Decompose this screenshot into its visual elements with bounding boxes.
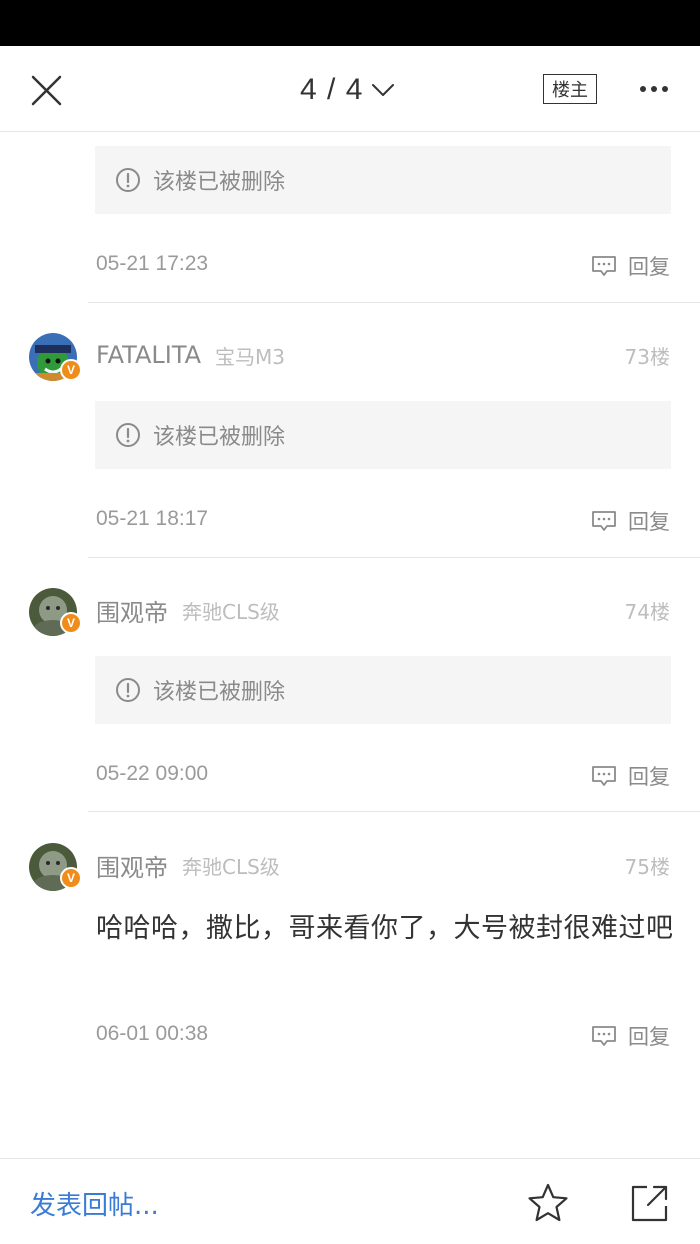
reply-label: 回复 [628,510,670,534]
car-model: 奔驰CLS级 [182,599,280,624]
username[interactable]: 围观帝 [96,593,168,628]
deleted-notice: 该楼已被删除 [95,146,671,214]
post-content: 哈哈哈，撒比，哥来看你了，大号被封很难过吧 [96,913,674,944]
reply-button[interactable]: 回复 [590,1021,670,1051]
reply-button[interactable]: 回复 [590,761,670,791]
compose-reply-button[interactable]: 发表回帖... [30,1185,159,1222]
more-dots-icon [640,86,668,92]
close-icon [31,75,62,106]
post-time: 05-21 18:17 [96,507,209,530]
username[interactable]: 围观帝 [96,848,168,883]
verified-badge: V [60,612,82,634]
post-time: 06-01 00:38 [96,1022,209,1045]
car-model: 奔驰CLS级 [182,854,280,879]
deleted-text: 该楼已被删除 [153,680,286,705]
exclamation-circle-icon [116,423,140,447]
chevron-down-icon [372,84,395,96]
floor-number: 73楼 [624,344,670,369]
close-button[interactable] [26,71,66,111]
car-model: 宝马M3 [215,344,286,369]
status-bar [0,0,700,46]
comment-bubble-icon [592,256,616,276]
reply-button[interactable]: 回复 [590,506,670,536]
reply-button[interactable]: 回复 [590,251,670,281]
page-indicator-text: 4 / 4 [300,73,364,106]
reply-label: 回复 [628,765,670,789]
reply-label: 回复 [628,1025,670,1049]
verified-badge: V [60,359,82,381]
page-selector[interactable]: 4 / 4 [300,72,395,108]
post-time: 05-22 09:00 [96,762,209,785]
username[interactable]: FATALITA [96,341,201,369]
deleted-notice: 该楼已被删除 [95,401,671,469]
deleted-text: 该楼已被删除 [153,170,286,195]
author-row: FATALITA 宝马M3 73楼 [96,340,670,370]
star-icon [528,1183,568,1222]
bottom-action-bar: 发表回帖... [0,1158,700,1244]
floor-number: 75楼 [624,854,670,879]
original-poster-only-button[interactable]: 楼主 [543,74,597,104]
exclamation-circle-icon [116,168,140,192]
deleted-text: 该楼已被删除 [153,425,286,450]
comment-bubble-icon [592,766,616,786]
author-row: 围观帝 奔驰CLS级 75楼 [96,848,670,883]
exclamation-circle-icon [116,678,140,702]
top-nav-bar: 4 / 4 楼主 [0,46,700,132]
favorite-button[interactable] [527,1182,569,1224]
floor-number: 74楼 [624,599,670,624]
more-options-button[interactable] [636,78,672,100]
share-icon [631,1185,668,1222]
divider [88,811,700,812]
verified-badge: V [60,867,82,889]
share-button[interactable] [630,1183,670,1223]
divider [88,557,700,558]
post-time: 05-21 17:23 [96,252,209,275]
comment-bubble-icon [592,511,616,531]
deleted-notice: 该楼已被删除 [95,656,671,724]
comment-bubble-icon [592,1026,616,1046]
reply-label: 回复 [628,255,670,279]
author-row: 围观帝 奔驰CLS级 74楼 [96,593,670,628]
reply-item: 该楼已被删除 05-21 17:23 回复 [0,133,700,303]
